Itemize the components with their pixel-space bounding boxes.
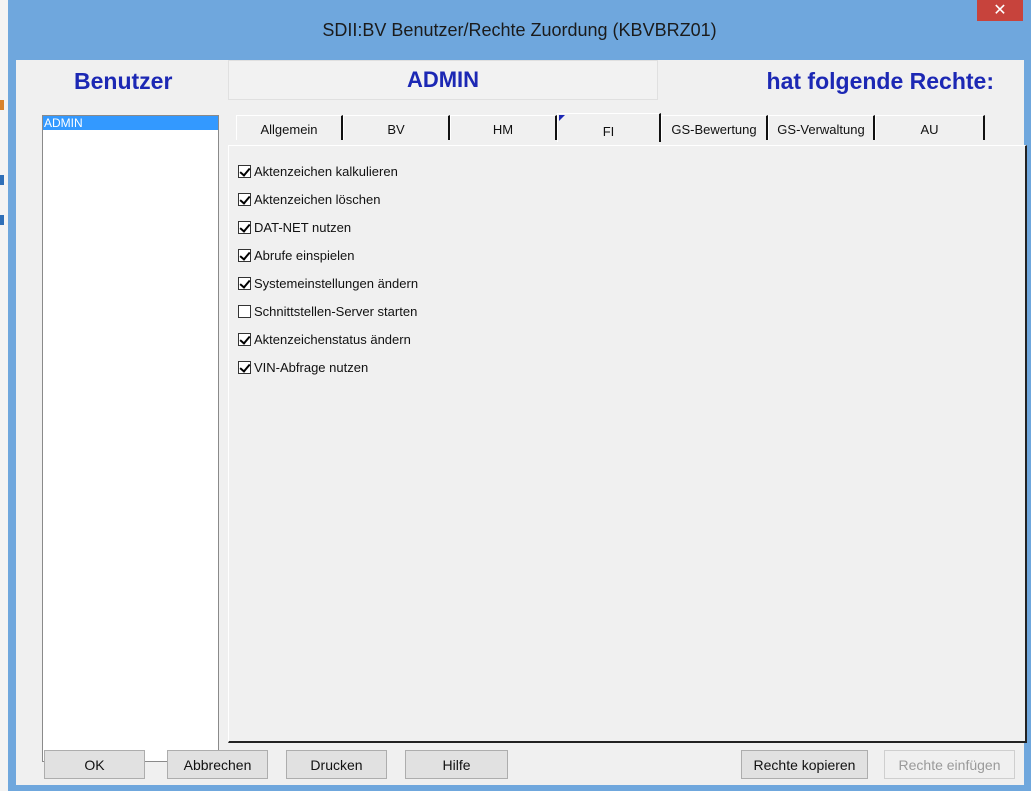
ok-button[interactable]: OK bbox=[44, 750, 145, 779]
tab-label: Allgemein bbox=[260, 122, 318, 137]
dialog-body: Benutzer ADMIN hat folgende Rechte: ADMI… bbox=[16, 60, 1027, 785]
right-option[interactable]: Aktenzeichen löschen bbox=[238, 191, 380, 207]
checkbox[interactable] bbox=[238, 220, 251, 234]
checkbox[interactable] bbox=[238, 304, 251, 318]
right-option[interactable]: VIN-Abfrage nutzen bbox=[238, 359, 368, 375]
print-button[interactable]: Drucken bbox=[286, 750, 387, 779]
tab-bv[interactable]: BV bbox=[343, 115, 450, 140]
user-list-item[interactable]: ADMIN bbox=[43, 116, 218, 130]
tab-label: AU bbox=[920, 122, 939, 137]
tab-gs-verwaltung[interactable]: GS-Verwaltung bbox=[768, 115, 875, 140]
tab-allgemein[interactable]: Allgemein bbox=[236, 115, 343, 140]
desktop-mark bbox=[0, 100, 4, 110]
desktop-mark bbox=[0, 175, 4, 185]
copy-rights-button[interactable]: Rechte kopieren bbox=[741, 750, 868, 779]
checkbox[interactable] bbox=[238, 164, 251, 178]
right-option[interactable]: Abrufe einspielen bbox=[238, 247, 354, 263]
current-user-field: ADMIN bbox=[228, 60, 658, 100]
users-heading: Benutzer bbox=[74, 68, 173, 94]
tab-hm[interactable]: HM bbox=[450, 115, 557, 140]
right-label: Abrufe einspielen bbox=[254, 247, 355, 263]
tab-gs-bewertung[interactable]: GS-Bewertung bbox=[661, 115, 768, 140]
right-option[interactable]: DAT-NET nutzen bbox=[238, 219, 351, 235]
tab-label: HM bbox=[492, 122, 514, 137]
right-label: DAT-NET nutzen bbox=[254, 219, 352, 235]
checkbox[interactable] bbox=[238, 360, 251, 374]
right-option[interactable]: Schnittstellen-Server starten bbox=[238, 303, 417, 319]
focus-marker-icon bbox=[559, 115, 565, 121]
right-label: VIN-Abfrage nutzen bbox=[254, 359, 369, 375]
close-button[interactable]: ✕ bbox=[977, 0, 1023, 21]
tab-label: GS-Bewertung bbox=[671, 122, 757, 137]
checkbox[interactable] bbox=[238, 192, 251, 206]
right-option[interactable]: Systemeinstellungen ändern bbox=[238, 275, 418, 291]
rights-panel: Aktenzeichen kalkulieren Aktenzeichen lö… bbox=[228, 145, 1027, 743]
paste-rights-button: Rechte einfügen bbox=[884, 750, 1015, 779]
right-label: Aktenzeichen löschen bbox=[254, 191, 381, 207]
desktop-edge bbox=[0, 0, 8, 791]
cancel-button[interactable]: Abbrechen bbox=[167, 750, 268, 779]
tab-label: GS-Verwaltung bbox=[777, 122, 865, 137]
right-label: Aktenzeichen kalkulieren bbox=[254, 163, 398, 179]
dialog-window: SDII:BV Benutzer/Rechte Zuordung (KBVBRZ… bbox=[8, 0, 1031, 791]
window-title: SDII:BV Benutzer/Rechte Zuordung (KBVBRZ… bbox=[322, 20, 717, 40]
tab-label: FI bbox=[602, 124, 615, 139]
close-icon: ✕ bbox=[993, 2, 1007, 19]
help-button[interactable]: Hilfe bbox=[405, 750, 508, 779]
checkbox[interactable] bbox=[238, 332, 251, 346]
right-label: Schnittstellen-Server starten bbox=[254, 303, 418, 319]
title-bar[interactable]: SDII:BV Benutzer/Rechte Zuordung (KBVBRZ… bbox=[8, 0, 1031, 60]
tab-fi[interactable]: FI bbox=[557, 113, 661, 142]
desktop-mark bbox=[0, 215, 4, 225]
tab-label: BV bbox=[387, 122, 405, 137]
right-option[interactable]: Aktenzeichen kalkulieren bbox=[238, 163, 398, 179]
rights-heading: hat folgende Rechte: bbox=[766, 68, 994, 94]
user-list[interactable]: ADMIN bbox=[42, 115, 219, 762]
right-option[interactable]: Aktenzeichenstatus ändern bbox=[238, 331, 411, 347]
right-label: Aktenzeichenstatus ändern bbox=[254, 331, 411, 347]
checkbox[interactable] bbox=[238, 276, 251, 290]
right-label: Systemeinstellungen ändern bbox=[254, 275, 419, 291]
checkbox[interactable] bbox=[238, 248, 251, 262]
tab-au[interactable]: AU bbox=[875, 115, 985, 140]
